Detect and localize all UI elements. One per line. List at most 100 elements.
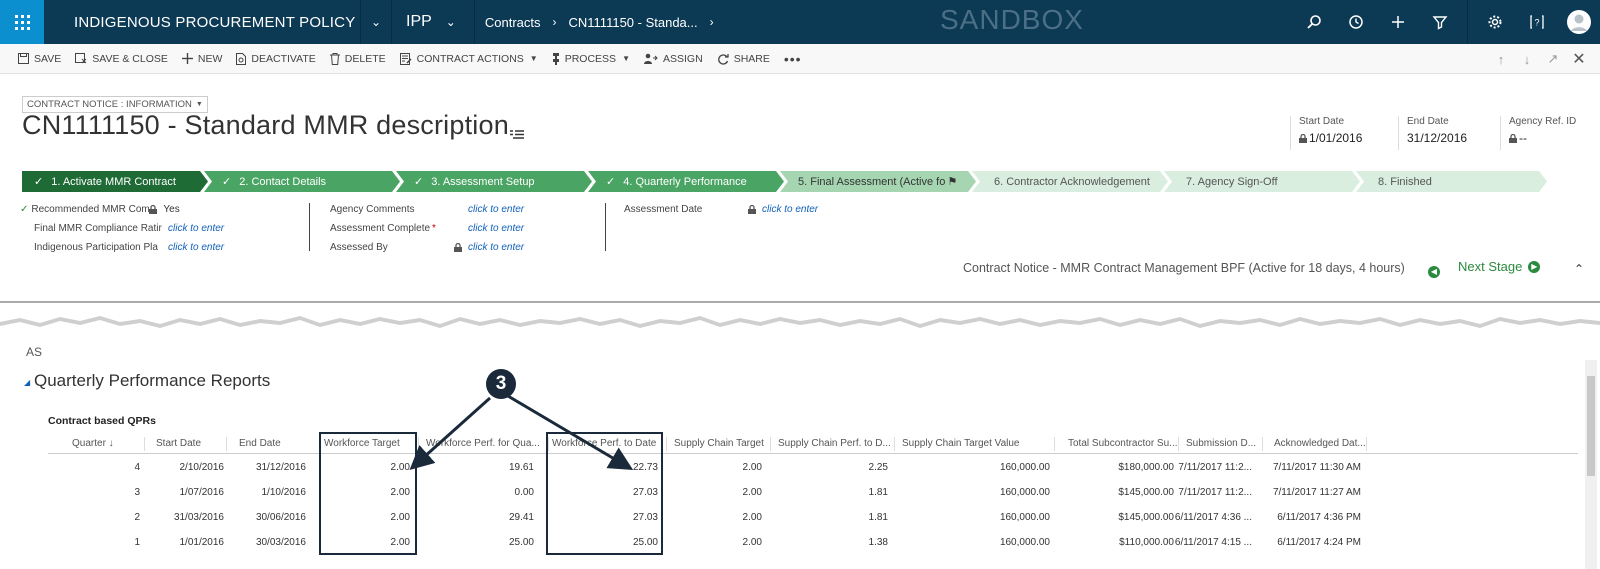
column-header-end-date[interactable]: End Date [239,438,319,449]
table-cell: 7/11/2017 11:30 AM [1272,462,1361,473]
popout-icon[interactable]: ↗ [1540,51,1566,67]
field-value[interactable]: click to enter [468,204,524,215]
agency-comments-field: Agency Comments click to enter [330,204,524,215]
grid-body: 4 2/10/2016 31/12/2016 2.00 19.61 22.73 2.00 2.… [48,454,1578,554]
previous-record-icon[interactable]: ↑ [1488,52,1514,67]
stage-label: 2. Contact Details [239,175,327,188]
more-commands-button[interactable]: ••• [784,51,802,67]
chevron-right-icon: › [552,15,557,29]
close-icon[interactable]: ✕ [1566,49,1592,69]
table-cell: 6/11/2017 4:24 PM [1277,537,1361,548]
process-button[interactable]: PROCESS ▼ [552,52,630,65]
contract-actions-button[interactable]: CONTRACT ACTIONS ▼ [399,52,538,65]
field-value[interactable]: click to enter [762,204,818,215]
field-value[interactable]: click to enter [468,223,524,234]
table-cell: $145,000.00 [1118,512,1174,523]
column-separator [144,437,145,451]
bpf-status-text: Contract Notice - MMR Contract Managemen… [963,261,1405,275]
column-header-acknowledged-date[interactable]: Acknowledged Dat... [1274,438,1370,449]
delete-button[interactable]: DELETE [329,52,386,65]
end-date-label: End Date [1407,116,1449,127]
stage-7[interactable]: 7. Agency Sign-Off [1164,171,1360,192]
title-menu-icon[interactable] [510,127,524,145]
table-row[interactable]: 2 31/03/2016 30/06/2016 2.00 29.41 27.03 2.00 1… [48,504,1578,529]
search-icon[interactable] [1293,0,1335,44]
recommended-mmr-field: ✓ Recommended MMR Comp Yes [20,204,180,215]
table-row[interactable]: 4 2/10/2016 31/12/2016 2.00 19.61 22.73 2.00 2.… [48,454,1578,479]
column-separator [1178,437,1179,451]
torn-edge-divider [0,301,1600,346]
section-collapse-icon[interactable]: ◢ [24,378,30,387]
new-button[interactable]: NEW [181,53,222,65]
app-launcher-button[interactable] [0,0,44,44]
assessment-date-field: Assessment Date click to enter [624,204,818,215]
section-title[interactable]: Quarterly Performance Reports [34,371,270,391]
breadcrumb-contracts[interactable]: Contracts [485,15,541,30]
save-close-button[interactable]: SAVE & CLOSE [75,53,168,65]
environment-label: SANDBOX [940,4,1084,35]
next-record-icon[interactable]: ↓ [1514,52,1540,67]
scrollbar-thumb[interactable] [1587,376,1595,476]
help-icon[interactable]: ? [1516,0,1558,44]
table-cell: 3 [134,487,140,498]
end-date-value: 31/12/2016 [1407,131,1468,145]
recent-history-icon[interactable] [1335,0,1377,44]
lock-icon [1509,133,1517,143]
divider [309,203,310,251]
create-new-icon[interactable] [1377,0,1419,44]
column-header-total-subcontractor[interactable]: Total Subcontractor Su... [1068,438,1180,449]
stage-label: 4. Quarterly Performance [623,175,747,188]
previous-stage-button[interactable]: ◀ [1428,261,1440,279]
column-header-quarter[interactable]: Quarter ↓ [72,438,142,449]
agency-ref-label: Agency Ref. ID [1509,116,1577,127]
user-avatar-icon[interactable] [1558,0,1600,44]
stage-8[interactable]: 8. Finished [1356,171,1547,192]
table-cell: 0.00 [514,487,534,498]
stage-5[interactable]: 5. Final Assessment (Active fo ⚑ [780,171,976,192]
table-row[interactable]: 1 1/01/2016 30/03/2016 2.00 25.00 25.00 2.00 1.… [48,529,1578,554]
assessed-by-field: Assessed By click to enter [330,242,524,253]
stage-6[interactable]: 6. Contractor Acknowledgement [972,171,1168,192]
column-header-supply-chain-target-value[interactable]: Supply Chain Target Value [902,438,1052,449]
field-value[interactable]: click to enter [168,242,224,253]
table-row[interactable]: 3 1/07/2016 1/10/2016 2.00 0.00 27.03 2.00 1.81… [48,479,1578,504]
stage-3[interactable]: ✓ 3. Assessment Setup [396,171,592,192]
column-header-start-date[interactable]: Start Date [156,438,226,449]
table-cell: 6/11/2017 4:15 ... [1174,537,1252,548]
contract-actions-label: CONTRACT ACTIONS [416,52,524,65]
table-cell: 30/03/2016 [255,537,306,548]
app-switcher-chevron-icon[interactable]: ⌄ [360,0,392,44]
deactivate-button[interactable]: DEACTIVATE [236,52,316,65]
app-name[interactable]: INDIGENOUS PROCUREMENT POLICY [44,0,360,44]
assign-icon [644,53,658,64]
save-icon [18,53,29,64]
checkmark-icon: ✓ [222,176,232,188]
callout-badge: 3 [486,369,516,399]
collapse-chevron-up-icon[interactable]: ⌃ [1574,262,1584,276]
stage-4[interactable]: ✓ 4. Quarterly Performance [588,171,784,192]
field-value[interactable]: click to enter [168,223,224,234]
column-header-submission-date[interactable]: Submission D... [1186,438,1262,449]
breadcrumb: Contracts › CN1111150 - Standa... › [485,15,726,30]
assign-button[interactable]: ASSIGN [644,53,703,65]
field-value[interactable]: click to enter [468,242,524,253]
advanced-find-icon[interactable] [1419,0,1461,44]
save-button[interactable]: SAVE [18,53,61,65]
next-stage-button[interactable]: Next Stage ▶ [1458,259,1541,274]
table-cell: 30/06/2016 [255,512,306,523]
divider [605,203,606,251]
area-switcher[interactable]: IPP ⌄ [392,0,475,44]
stage-2[interactable]: ✓ 2. Contact Details [204,171,400,192]
required-indicator: * [432,223,436,234]
stage-1[interactable]: ✓ 1. Activate MMR Contract [22,171,208,192]
column-header-supply-chain-target[interactable]: Supply Chain Target [674,438,770,449]
settings-gear-icon[interactable] [1474,0,1516,44]
column-header-supply-chain-perf[interactable]: Supply Chain Perf. to D... [778,438,894,449]
chevron-right-icon[interactable]: › [710,15,714,29]
deactivate-label: DEACTIVATE [251,52,316,65]
share-button[interactable]: SHARE [717,53,770,65]
column-header-workforce-perf-quarter[interactable]: Workforce Perf. for Qua... [426,438,546,449]
nav-icons: ? [1293,0,1600,44]
breadcrumb-record[interactable]: CN1111150 - Standa... [569,15,698,30]
field-label: Recommended MMR Comp [31,204,150,215]
